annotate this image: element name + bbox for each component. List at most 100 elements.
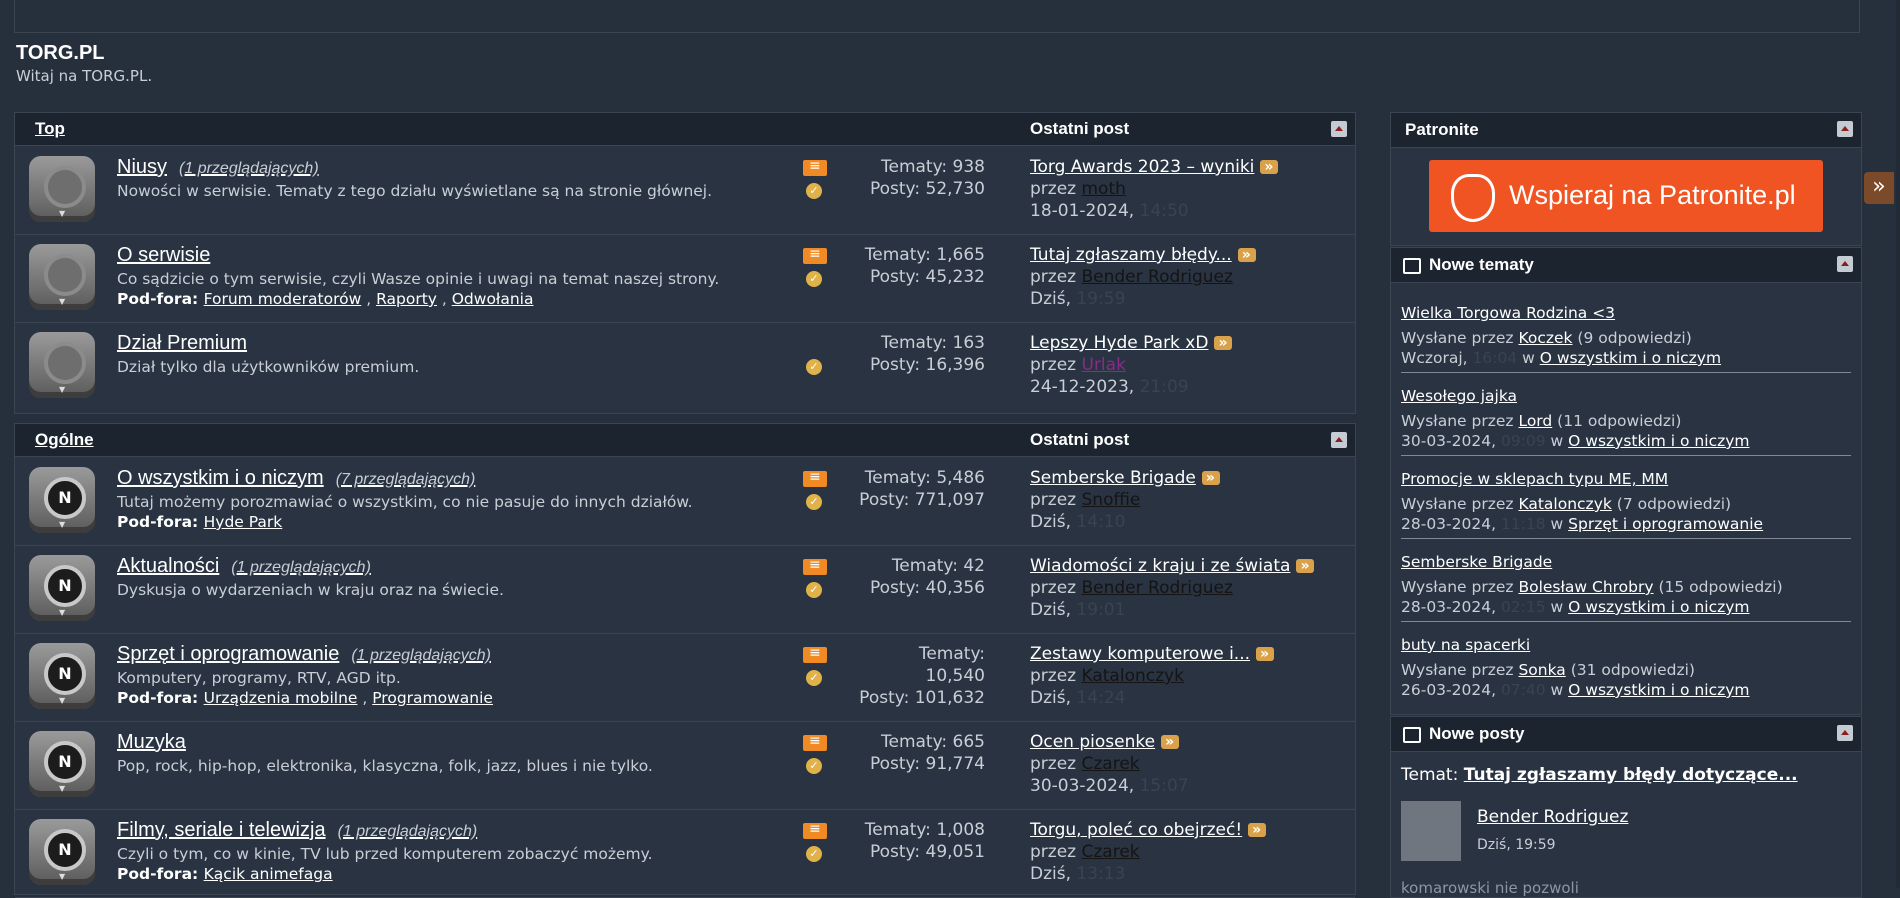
last-post-author-link[interactable]: Czarek <box>1082 842 1140 862</box>
forum-new-posts-icon[interactable]: N ▼ <box>29 643 95 709</box>
last-post-title-link[interactable]: Torg Awards 2023 – wyniki <box>1030 157 1254 177</box>
new-topic-forum-link[interactable]: O wszystkim i o niczym <box>1568 432 1749 450</box>
forum-name-link[interactable]: Filmy, seriale i telewizja (1 przeglądają… <box>117 819 477 842</box>
new-topic-title-link[interactable]: buty na spacerki <box>1401 636 1851 654</box>
new-topic-author-link[interactable]: Bolesław Chrobry <box>1518 578 1653 596</box>
new-topic-forum-link[interactable]: O wszystkim i o niczym <box>1568 598 1749 616</box>
forum-name-link[interactable]: Niusy (1 przeglądających) <box>117 156 319 179</box>
last-post-author-link[interactable]: Urlak <box>1082 355 1126 375</box>
go-to-last-post-icon[interactable] <box>1260 156 1279 178</box>
subforum-link[interactable]: Odwołania <box>452 290 534 308</box>
last-post-title-link[interactable]: Torgu, poleć co obejrzeć! <box>1030 820 1242 840</box>
forum-no-new-posts-icon[interactable]: ▼ <box>29 332 95 398</box>
forum-name-text[interactable]: Aktualności <box>117 555 219 577</box>
collapse-icon[interactable] <box>1837 121 1853 137</box>
go-to-last-post-icon[interactable] <box>1161 731 1180 753</box>
rss-icon[interactable] <box>803 733 827 751</box>
forum-name-link[interactable]: Sprzęt i oprogramowanie (1 przeglądającyc… <box>117 643 491 666</box>
subforum-link[interactable]: Kącik animefaga <box>204 865 333 883</box>
rss-icon[interactable] <box>803 158 827 176</box>
new-topic-author-link[interactable]: Sonka <box>1518 661 1565 679</box>
rss-icon[interactable] <box>803 557 827 575</box>
last-post-author-line: przez Bender Rodriguez <box>1030 266 1350 288</box>
subforum-link[interactable]: Urządzenia mobilne <box>204 689 358 707</box>
last-post-author-link[interactable]: Bender Rodriguez <box>1082 267 1233 287</box>
new-topic-title-link[interactable]: Wesołego jajka <box>1401 387 1851 405</box>
forum-name-text[interactable]: Niusy <box>117 156 167 178</box>
forum-name-text[interactable]: Muzyka <box>117 731 186 753</box>
new-topic-forum-link[interactable]: Sprzęt i oprogramowanie <box>1568 515 1763 533</box>
last-post-title-link[interactable]: Ocen piosenke <box>1030 732 1155 752</box>
new-topic-author-link[interactable]: Lord <box>1518 412 1552 430</box>
forum-name-link[interactable]: O serwisie <box>117 244 210 267</box>
last-post-title-link[interactable]: Tutaj zgłaszamy błędy... <box>1030 245 1232 265</box>
subforum-link[interactable]: Hyde Park <box>204 513 283 531</box>
new-topic-forum-link[interactable]: O wszystkim i o niczym <box>1568 681 1749 699</box>
forum-name-text[interactable]: O wszystkim i o niczym <box>117 467 324 489</box>
go-to-last-post-icon[interactable] <box>1201 467 1220 489</box>
last-post-title-link[interactable]: Wiadomości z kraju i ze świata <box>1030 556 1290 576</box>
mark-read-icon[interactable]: ✓ <box>806 758 822 774</box>
new-topic-forum-link[interactable]: O wszystkim i o niczym <box>1540 349 1721 367</box>
last-post-author-link[interactable]: Bender Rodriguez <box>1082 578 1233 598</box>
mark-read-icon[interactable]: ✓ <box>806 670 822 686</box>
last-post-author-link[interactable]: Czarek <box>1082 754 1140 774</box>
new-topic-author-link[interactable]: Koczek <box>1518 329 1572 347</box>
go-to-last-post-icon[interactable] <box>1248 819 1267 841</box>
subforum-link[interactable]: Programowanie <box>372 689 493 707</box>
last-post-author-link[interactable]: moth <box>1082 179 1126 199</box>
last-post-author-link[interactable]: Snoffie <box>1082 490 1141 510</box>
last-post-author-link[interactable]: Katalonczyk <box>1082 666 1184 686</box>
forum-name-text[interactable]: Filmy, seriale i telewizja <box>117 819 326 841</box>
go-to-last-post-icon[interactable] <box>1237 244 1256 266</box>
new-topic-title-link[interactable]: Semberske Brigade <box>1401 553 1851 571</box>
forum-name-text[interactable]: Sprzęt i oprogramowanie <box>117 643 339 665</box>
topic-link[interactable]: Tutaj zgłaszamy błędy dotyczące... <box>1464 765 1798 785</box>
forum-name-link[interactable]: O wszystkim i o niczym (7 przeglądających… <box>117 467 475 490</box>
forum-stats: Tematy: 1,665 Posty: 45,232 <box>855 244 985 288</box>
go-to-last-post-icon[interactable] <box>1296 555 1315 577</box>
new-topic-author-link[interactable]: Katalonczyk <box>1518 495 1611 513</box>
patronite-button[interactable]: Wspieraj na Patronite.pl <box>1429 160 1823 232</box>
reply-count: (7 odpowiedzi) <box>1611 495 1732 513</box>
subforum-link[interactable]: Forum moderatorów <box>204 290 362 308</box>
collapse-icon[interactable] <box>1837 256 1853 272</box>
section-title-link[interactable]: Ogólne <box>35 430 94 450</box>
section-title-link[interactable]: Top <box>35 119 65 139</box>
rss-icon[interactable] <box>803 821 827 839</box>
collapse-icon[interactable] <box>1837 725 1853 741</box>
subforum-link[interactable]: Raporty <box>376 290 437 308</box>
forum-name-text[interactable]: O serwisie <box>117 244 210 266</box>
mark-read-icon[interactable]: ✓ <box>806 846 822 862</box>
forum-name-text[interactable]: Dział Premium <box>117 332 247 354</box>
post-author-link[interactable]: Bender Rodriguez <box>1477 807 1628 827</box>
mark-read-icon[interactable]: ✓ <box>806 271 822 287</box>
mark-read-icon[interactable]: ✓ <box>806 183 822 199</box>
last-post-title-link[interactable]: Zestawy komputerowe i... <box>1030 644 1250 664</box>
forum-name-link[interactable]: Muzyka <box>117 731 186 754</box>
sidebar-toggle-button[interactable]: » <box>1864 172 1894 204</box>
mark-read-icon[interactable]: ✓ <box>806 359 822 375</box>
forum-new-posts-icon[interactable]: N ▼ <box>29 819 95 885</box>
forum-name-link[interactable]: Aktualności (1 przeglądających) <box>117 555 371 578</box>
new-topic-title-link[interactable]: Wielka Torgowa Rodzina <3 <box>1401 304 1851 322</box>
collapse-icon[interactable] <box>1331 432 1347 448</box>
mark-read-icon[interactable]: ✓ <box>806 582 822 598</box>
rss-icon[interactable] <box>803 469 827 487</box>
last-post-title-link[interactable]: Lepszy Hyde Park xD <box>1030 333 1208 353</box>
forum-name-link[interactable]: Dział Premium <box>117 332 247 355</box>
go-to-last-post-icon[interactable] <box>1256 643 1275 665</box>
avatar[interactable] <box>1401 801 1461 861</box>
forum-new-posts-icon[interactable]: N ▼ <box>29 555 95 621</box>
mark-read-icon[interactable]: ✓ <box>806 494 822 510</box>
forum-no-new-posts-icon[interactable]: ▼ <box>29 156 95 222</box>
collapse-icon[interactable] <box>1331 121 1347 137</box>
last-post-title-link[interactable]: Semberske Brigade <box>1030 468 1196 488</box>
forum-no-new-posts-icon[interactable]: ▼ <box>29 244 95 310</box>
go-to-last-post-icon[interactable] <box>1214 332 1233 354</box>
forum-new-posts-icon[interactable]: N ▼ <box>29 731 95 797</box>
forum-new-posts-icon[interactable]: N ▼ <box>29 467 95 533</box>
rss-icon[interactable] <box>803 645 827 663</box>
new-topic-title-link[interactable]: Promocje w sklepach typu ME, MM <box>1401 470 1851 488</box>
rss-icon[interactable] <box>803 246 827 264</box>
